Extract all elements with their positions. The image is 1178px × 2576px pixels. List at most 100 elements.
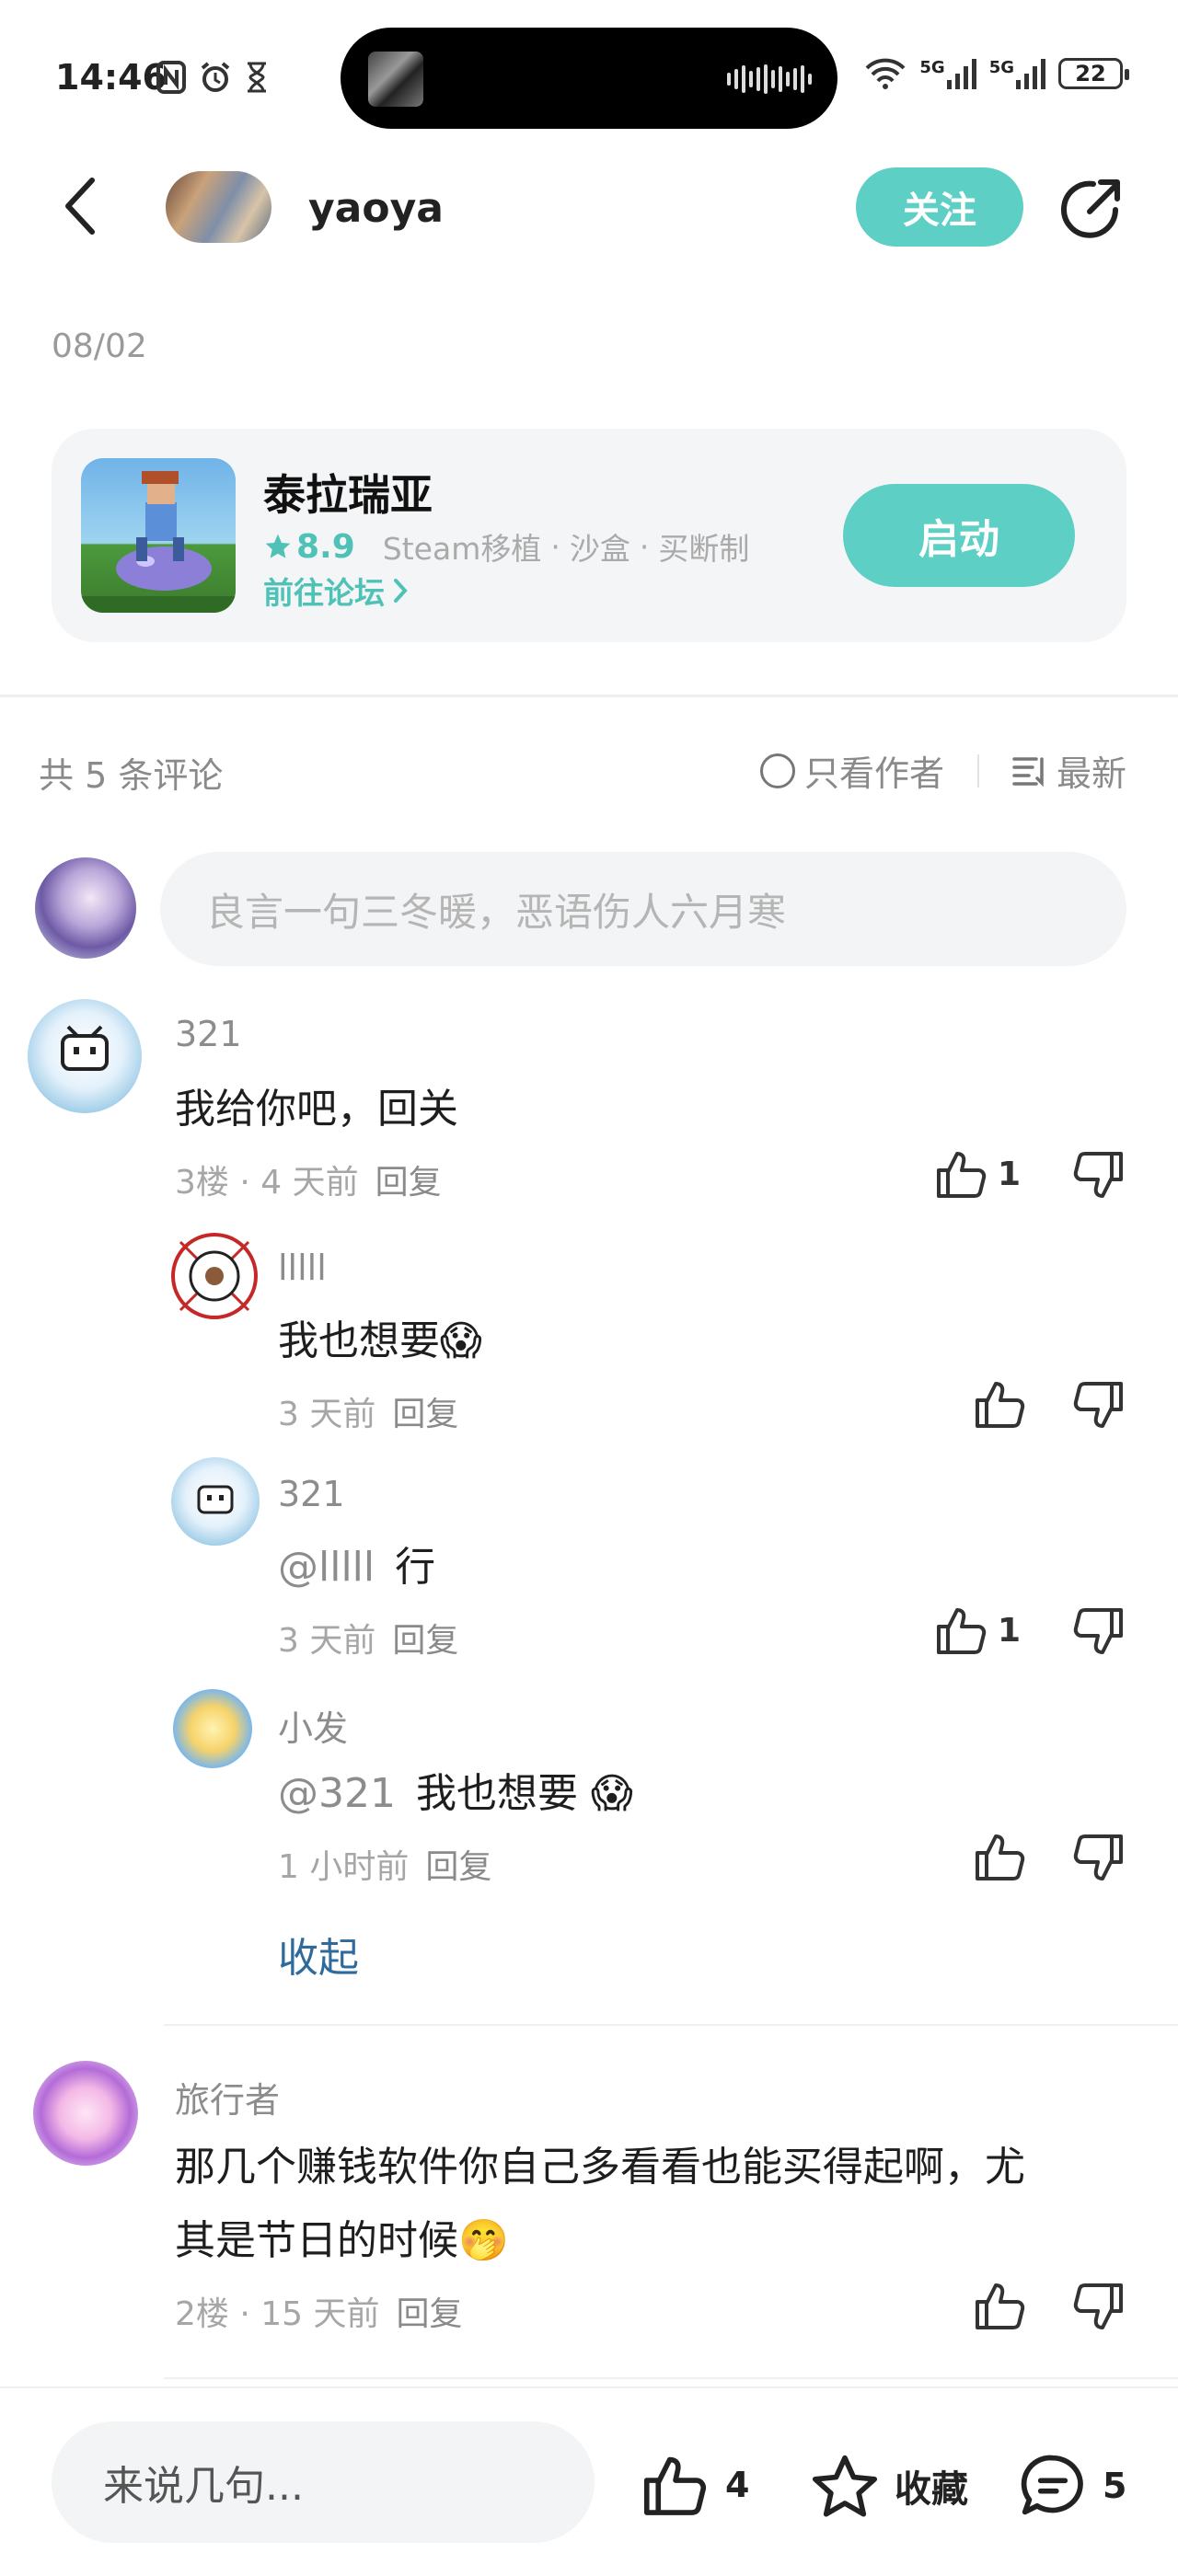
game-tag: 沙盒 <box>569 531 630 567</box>
like-button[interactable]: 1 <box>935 1148 1021 1200</box>
comment-text-line: 其是节日的时候🤭 <box>175 2217 509 2264</box>
commenter-avatar[interactable] <box>33 2061 138 2166</box>
share-icon[interactable] <box>1058 175 1126 243</box>
comment-username[interactable]: 旅行者 <box>175 2072 280 2122</box>
post-like-button[interactable]: 4 <box>641 2453 749 2517</box>
comment-count: 共 5 条评论 <box>39 755 224 796</box>
comment-count-badge: 5 <box>1103 2466 1127 2506</box>
like-count: 1 <box>998 1155 1022 1193</box>
game-score: 8.9 <box>263 528 355 566</box>
star-icon <box>265 534 291 558</box>
star-icon <box>812 2455 878 2517</box>
commenter-avatar[interactable] <box>171 1457 260 1546</box>
game-card[interactable]: 泰拉瑞亚 8.9 Steam移植 · 沙盒 · 买断制 前往论坛 启动 <box>52 429 1126 642</box>
comment-filters: 只看作者 最新 <box>759 745 1126 796</box>
comments-button[interactable]: 5 <box>1018 2453 1126 2519</box>
game-icon[interactable] <box>81 458 236 613</box>
author-avatar[interactable] <box>166 171 271 243</box>
comment-floor-time: 2楼 · 15 天前 <box>175 2295 380 2333</box>
comment-username[interactable]: 小发 <box>278 1700 348 1751</box>
mention[interactable]: @lllll <box>278 1533 375 1603</box>
comment-time: 3 天前 <box>278 1396 376 1433</box>
comment-username[interactable]: 321 <box>278 1474 345 1514</box>
comment-meta: 2楼 · 15 天前 回复 <box>175 2287 463 2335</box>
my-avatar[interactable] <box>35 857 136 959</box>
commenter-avatar[interactable] <box>28 999 142 1113</box>
wifi-icon <box>864 57 907 90</box>
author-only-label: 只看作者 <box>803 753 944 794</box>
network-type: 5G <box>988 58 1014 77</box>
author-name[interactable]: yaoya <box>308 185 444 232</box>
reply-button[interactable]: 回复 <box>392 1396 458 1433</box>
filter-divider <box>976 753 979 788</box>
comment-text: 我也想要😱 <box>278 1317 482 1364</box>
comment-time: 3 天前 <box>278 1622 376 1660</box>
comment-username[interactable]: lllll <box>278 1248 327 1288</box>
bottom-comment-input[interactable]: 来说几句... <box>52 2421 595 2543</box>
game-tag: Steam移植 <box>382 531 542 567</box>
collapse-replies-button[interactable]: 收起 <box>278 1925 359 1984</box>
comment-divider <box>164 2377 1178 2379</box>
comment-text: @lllll 行 <box>278 1533 435 1603</box>
thumbs-up-icon <box>937 1152 987 1198</box>
comment-meta: 3楼 · 4 天前 回复 <box>175 1156 442 1203</box>
back-button[interactable] <box>61 177 101 236</box>
thumbs-down-icon[interactable] <box>1071 1606 1125 1658</box>
thumbs-up-icon[interactable] <box>974 2280 1027 2331</box>
reply-button[interactable]: 回复 <box>375 1164 442 1202</box>
nfc-icon <box>156 61 186 94</box>
score-value: 8.9 <box>296 527 355 566</box>
radio-circle-icon <box>759 753 795 788</box>
favorite-button[interactable]: 收藏 <box>810 2453 968 2519</box>
thumbs-down-icon[interactable] <box>1071 1833 1125 1884</box>
post-date: 08/02 <box>52 328 147 365</box>
reply-button[interactable]: 回复 <box>425 1848 491 1886</box>
mention[interactable]: @321 <box>278 1759 396 1829</box>
thumbs-up-icon[interactable] <box>974 1831 1027 1882</box>
launch-button[interactable]: 启动 <box>843 484 1075 587</box>
like-count: 1 <box>998 1611 1022 1650</box>
comment-text: 我给你吧，回关 <box>175 1086 458 1133</box>
signal-1: 5G <box>919 58 976 89</box>
comment-divider <box>164 2024 1178 2026</box>
reply-button[interactable]: 回复 <box>392 1622 458 1660</box>
comment-time: 1 小时前 <box>278 1848 410 1886</box>
comment-meta: 1 小时前 回复 <box>278 1840 491 1888</box>
thumbs-down-icon[interactable] <box>1071 2282 1125 2333</box>
dynamic-island[interactable] <box>341 28 837 129</box>
thumbs-up-icon[interactable] <box>974 1378 1027 1430</box>
tag-separator: · <box>639 528 650 565</box>
chevron-right-icon <box>394 579 408 603</box>
status-right-icons: 5G 5G 22 <box>864 57 1129 90</box>
alarm-icon <box>199 61 232 94</box>
comment-input[interactable]: 良言一句三冬暖，恶语伤人六月寒 <box>160 852 1126 966</box>
reply-button[interactable]: 回复 <box>397 2295 463 2333</box>
comment-text: @321 我也想要 😱 <box>278 1759 633 1829</box>
forum-link[interactable]: 前往论坛 <box>263 569 409 613</box>
comment-body: 我也想要 😱 <box>415 1770 633 1817</box>
commenter-avatar[interactable] <box>173 1689 252 1768</box>
audio-wave-icon <box>727 64 812 94</box>
thumbs-down-icon[interactable] <box>1071 1150 1125 1202</box>
author-only-toggle[interactable]: 只看作者 <box>759 745 944 796</box>
comment-body: 行 <box>395 1544 436 1591</box>
comment-bubble-icon <box>1021 2455 1083 2515</box>
network-type: 5G <box>919 58 945 77</box>
thumbs-up-icon <box>643 2456 707 2515</box>
sort-button[interactable]: 最新 <box>1012 745 1126 796</box>
media-thumbnail <box>368 52 423 107</box>
like-button[interactable]: 1 <box>935 1604 1021 1656</box>
section-divider <box>0 695 1178 697</box>
forum-link-label: 前往论坛 <box>263 575 385 611</box>
thumbs-down-icon[interactable] <box>1071 1380 1125 1432</box>
follow-button[interactable]: 关注 <box>856 167 1023 247</box>
comment-username[interactable]: 321 <box>175 1014 242 1054</box>
battery-icon: 22 <box>1058 58 1129 89</box>
comment-meta: 3 天前 回复 <box>278 1614 458 1662</box>
game-title[interactable]: 泰拉瑞亚 <box>263 462 433 523</box>
sort-label: 最新 <box>1056 753 1126 794</box>
commenter-avatar[interactable] <box>171 1233 258 1319</box>
post-like-count: 4 <box>725 2465 750 2505</box>
tag-separator: · <box>550 528 560 565</box>
game-tag: 买断制 <box>658 531 750 567</box>
